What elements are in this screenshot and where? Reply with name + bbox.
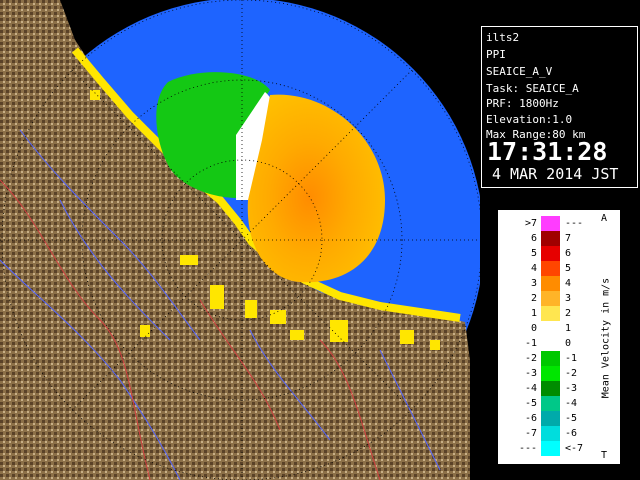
legend-top-letter: A <box>601 213 608 224</box>
legend-right-label: 6 <box>565 248 572 259</box>
legend-right-label: 3 <box>565 293 572 304</box>
legend-swatch <box>541 276 560 291</box>
legend-swatch <box>541 306 560 321</box>
legend-swatch <box>541 426 560 441</box>
scan-type: PPI <box>486 48 506 61</box>
scan-time: 17:31:28 <box>487 137 608 166</box>
legend-swatch <box>541 321 560 336</box>
legend-right-label: 5 <box>565 263 572 274</box>
legend-right-label: -1 <box>565 353 578 364</box>
legend-right-label: -3 <box>565 383 578 394</box>
legend-swatch <box>541 411 560 426</box>
legend-left-label: -1 <box>524 338 537 349</box>
legend-left-label: -4 <box>524 383 537 394</box>
legend-left-label: -7 <box>524 428 537 439</box>
legend-bottom-letter: T <box>601 450 608 461</box>
legend-right-label: -2 <box>565 368 578 379</box>
legend-right-label: --- <box>565 218 584 229</box>
task-name: Task: SEAICE_A <box>486 82 579 95</box>
legend-left-label: --- <box>518 443 537 454</box>
site-name: ilts2 <box>486 31 520 44</box>
legend-left-label: -5 <box>524 398 537 409</box>
legend-left-label: 4 <box>530 263 537 274</box>
legend-swatch <box>541 441 560 456</box>
legend-swatch <box>541 351 560 366</box>
legend-left-label: 6 <box>530 233 537 244</box>
legend-left-label: >7 <box>524 218 537 229</box>
scan-date: 4 MAR 2014 JST <box>492 165 619 183</box>
legend-left-label: 2 <box>530 293 537 304</box>
legend-swatch <box>541 336 560 351</box>
legend-swatch <box>541 366 560 381</box>
legend-right-label: 1 <box>565 323 572 334</box>
legend-swatch <box>541 291 560 306</box>
legend-swatch <box>541 246 560 261</box>
legend-right-label: 2 <box>565 308 572 319</box>
product-name: SEAICE_A_V <box>486 65 553 78</box>
legend-left-label: 0 <box>530 323 537 334</box>
legend-left-label: 5 <box>530 248 537 259</box>
legend-right-label: 7 <box>565 233 572 244</box>
legend-right-label: 0 <box>565 338 572 349</box>
elevation-value: Elevation:1.0 <box>486 113 573 126</box>
legend-left-label: 1 <box>530 308 537 319</box>
legend-right-label: -5 <box>565 413 578 424</box>
prf-value: PRF: 1800Hz <box>486 97 559 110</box>
legend-right-label: -6 <box>565 428 578 439</box>
legend-swatch <box>541 381 560 396</box>
legend-swatch <box>541 396 560 411</box>
legend-left-label: -3 <box>524 368 537 379</box>
legend-swatch <box>541 216 560 231</box>
legend-left-label: 3 <box>530 278 537 289</box>
legend-swatch <box>541 261 560 276</box>
legend-right-label: <-7 <box>565 443 584 454</box>
legend-right-label: 4 <box>565 278 572 289</box>
legend-right-label: -4 <box>565 398 578 409</box>
legend-title: Mean Velocity in m/s <box>600 277 612 399</box>
legend-swatch <box>541 231 560 246</box>
legend-unit-label: Mean Velocity in m/s <box>597 211 615 465</box>
scan-info-panel: ilts2 PPI SEAICE_A_V Task: SEAICE_A PRF:… <box>481 26 638 188</box>
legend-left-label: -2 <box>524 353 537 364</box>
legend-left-label: -6 <box>524 413 537 424</box>
velocity-color-legend: >7 6 5 4 3 2 1 0 -1 -2 -3 -4 -5 -6 -7 --- --- 7 6 5 4 3 2 1 0 -1… <box>498 210 620 464</box>
radar-ppi-display <box>0 0 480 480</box>
